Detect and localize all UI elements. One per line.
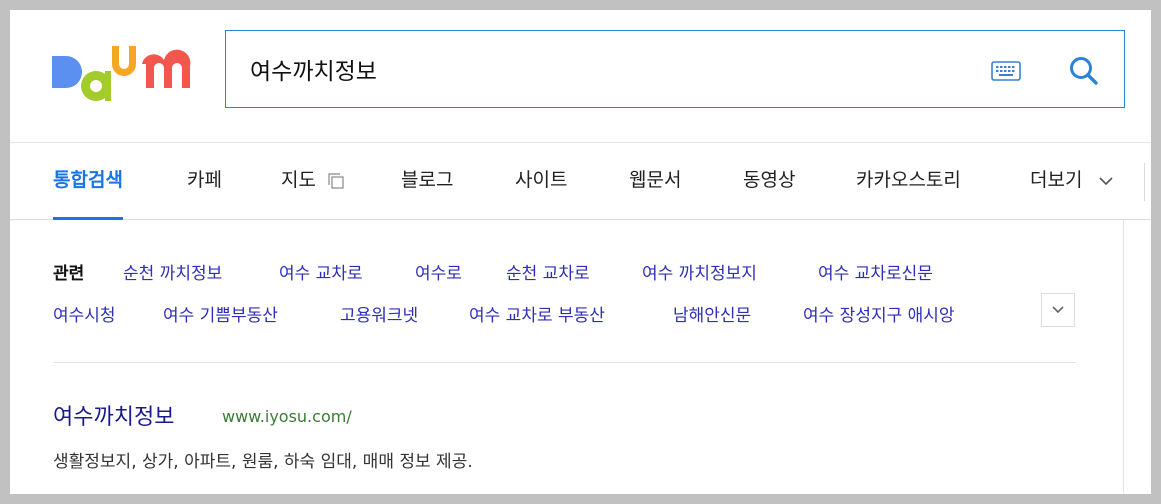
related-searches-label: 관련	[53, 264, 85, 284]
tab-more[interactable]: 더보기	[1030, 143, 1113, 219]
result-title-link[interactable]: 여수까치정보	[53, 399, 174, 431]
tab-label: 동영상	[743, 169, 796, 191]
related-search-link[interactable]: 여수 교차로신문	[818, 259, 933, 284]
related-search-link[interactable]: 남해안신문	[673, 301, 751, 326]
related-search-link[interactable]: 여수 장성지구 애시앙	[803, 301, 955, 326]
search-icon[interactable]	[1068, 55, 1100, 87]
tab-video[interactable]: 동영상	[743, 143, 795, 219]
related-expand-button[interactable]	[1041, 293, 1075, 327]
related-search-link[interactable]: 여수시청	[53, 301, 116, 326]
tab-label: 사이트	[515, 169, 568, 191]
search-box	[225, 30, 1125, 108]
content-right-border	[1123, 220, 1124, 494]
related-search-link[interactable]: 여수 까치정보지	[642, 259, 757, 284]
keyboard-icon[interactable]	[991, 61, 1021, 81]
page-frame: 통합검색 카페 지도 블로그 사이트 웹문서 동영상 카카오스토리 더보기 관련…	[10, 10, 1151, 494]
daum-logo[interactable]	[52, 44, 192, 108]
tab-label: 블로그	[401, 169, 454, 191]
section-divider	[53, 362, 1076, 363]
tab-bar-edge	[1144, 163, 1151, 201]
tab-label: 카카오스토리	[856, 169, 961, 191]
tab-integrated-search[interactable]: 통합검색	[53, 143, 123, 220]
tab-cafe[interactable]: 카페	[187, 143, 222, 219]
related-search-link[interactable]: 순천 까치정보	[123, 259, 222, 284]
tab-web-docs[interactable]: 웹문서	[629, 143, 681, 219]
tab-blog[interactable]: 블로그	[401, 143, 453, 219]
tab-label: 더보기	[1030, 169, 1083, 191]
search-input[interactable]	[250, 49, 950, 89]
related-search-link[interactable]: 고용워크넷	[340, 301, 418, 326]
tab-label: 웹문서	[629, 169, 682, 191]
chevron-down-icon	[1052, 306, 1064, 314]
tab-kakaostory[interactable]: 카카오스토리	[856, 143, 961, 219]
search-tab-bar: 통합검색 카페 지도 블로그 사이트 웹문서 동영상 카카오스토리 더보기	[10, 142, 1151, 220]
tab-label: 통합검색	[53, 169, 123, 191]
result-description: 생활정보지, 상가, 아파트, 원룸, 하숙 임대, 매매 정보 제공.	[53, 452, 473, 472]
tab-label: 카페	[187, 169, 222, 191]
related-search-link[interactable]: 여수 교차로 부동산	[469, 301, 605, 326]
chevron-down-icon	[1098, 176, 1113, 185]
related-search-link[interactable]: 여수 기쁨부동산	[163, 301, 278, 326]
related-search-link[interactable]: 순천 교차로	[506, 259, 590, 284]
tab-label: 지도	[281, 169, 316, 191]
new-window-icon	[328, 172, 344, 189]
related-search-link[interactable]: 여수로	[415, 259, 462, 284]
result-url-link[interactable]: www.iyosu.com/	[222, 407, 352, 426]
tab-map[interactable]: 지도	[281, 143, 344, 219]
tab-site[interactable]: 사이트	[515, 143, 567, 219]
related-search-link[interactable]: 여수 교차로	[279, 259, 363, 284]
